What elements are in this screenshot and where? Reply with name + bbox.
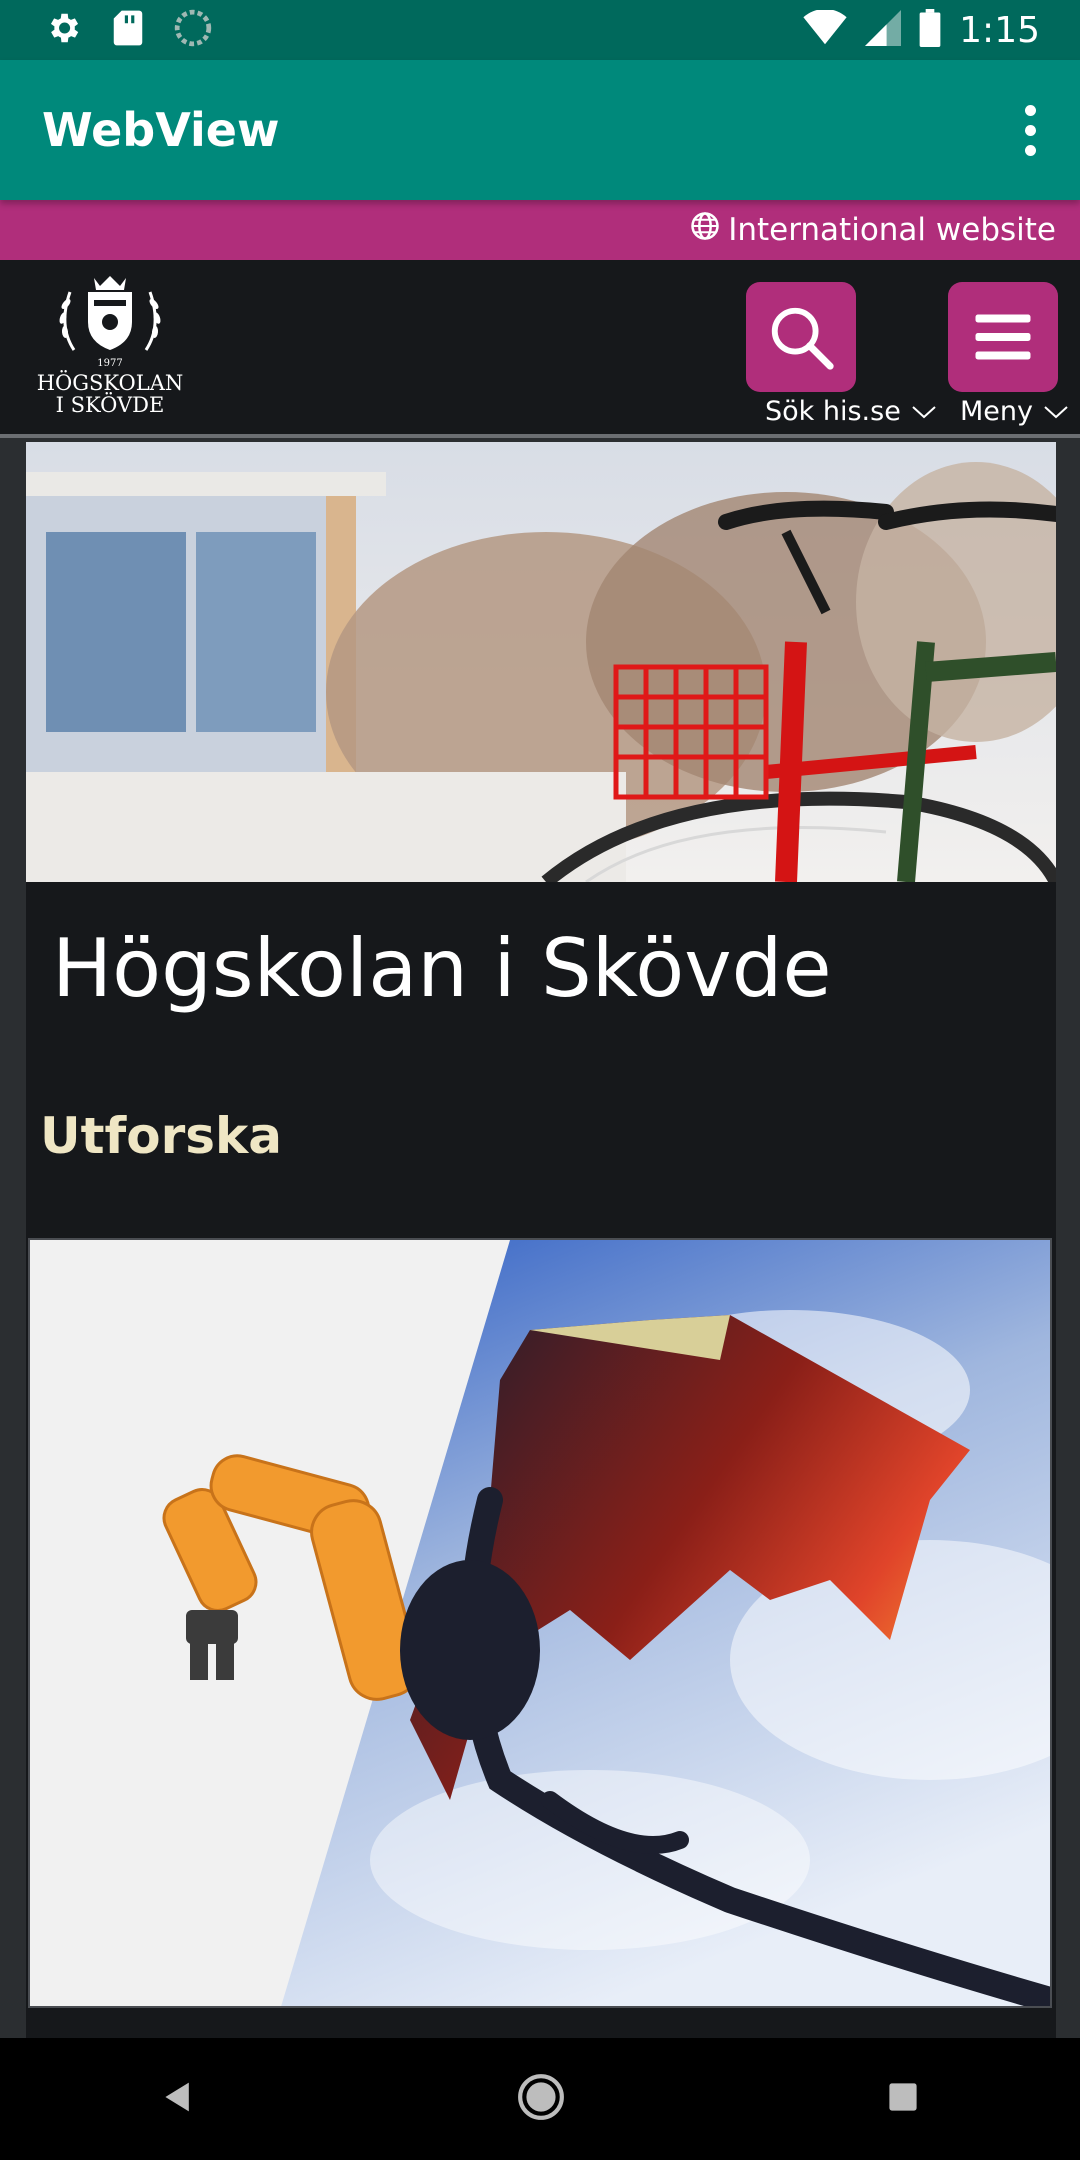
hero-image [26, 442, 1056, 882]
battery-icon [919, 9, 941, 51]
recents-icon[interactable] [886, 2080, 920, 2118]
content-card: Högskolan i Skövde Utforska [26, 442, 1056, 2038]
back-icon[interactable] [160, 2079, 196, 2119]
logo-text-line2: I SKÖVDE [55, 393, 165, 417]
logo-text-line1: HÖGSKOLAN [36, 371, 184, 395]
international-website-label: International website [728, 212, 1056, 248]
search-icon [771, 307, 834, 370]
globe-icon [690, 211, 720, 249]
wifi-icon [803, 8, 847, 50]
status-bar: 1:15 [0, 0, 1080, 60]
search-button[interactable] [746, 282, 856, 392]
site-header: 1977 HÖGSKOLAN I SKÖVDE Sök his.se Meny [0, 260, 1080, 438]
international-website-link[interactable]: International website [690, 211, 1056, 249]
international-bar: International website [0, 200, 1080, 260]
home-icon[interactable] [516, 2072, 566, 2126]
chevron-down-icon [1044, 405, 1068, 418]
page-title: Högskolan i Skövde [52, 922, 832, 1015]
chevron-down-icon [912, 405, 936, 418]
navigation-bar [0, 2038, 1080, 2160]
university-logo[interactable]: 1977 HÖGSKOLAN I SKÖVDE [30, 270, 190, 430]
section-heading-utforska[interactable]: Utforska [40, 1107, 1056, 1165]
svg-text:1977: 1977 [97, 358, 122, 369]
webview-content[interactable]: International website 1977 HÖGSKOLAN I S… [0, 200, 1080, 2038]
status-time: 1:15 [959, 9, 1040, 51]
sync-icon [174, 9, 212, 51]
hamburger-icon [975, 314, 1031, 360]
search-label[interactable]: Sök his.se [765, 396, 937, 427]
cell-signal-icon [865, 10, 902, 50]
feature-image[interactable] [28, 1238, 1052, 2008]
app-title: WebView [42, 103, 280, 157]
sd-card-icon [112, 9, 144, 51]
gear-icon [44, 9, 82, 51]
menu-label[interactable]: Meny [960, 396, 1069, 427]
crest-icon: 1977 [59, 276, 161, 369]
more-vert-icon[interactable] [1010, 100, 1050, 160]
app-bar: WebView [0, 60, 1080, 200]
menu-button[interactable] [948, 282, 1058, 392]
